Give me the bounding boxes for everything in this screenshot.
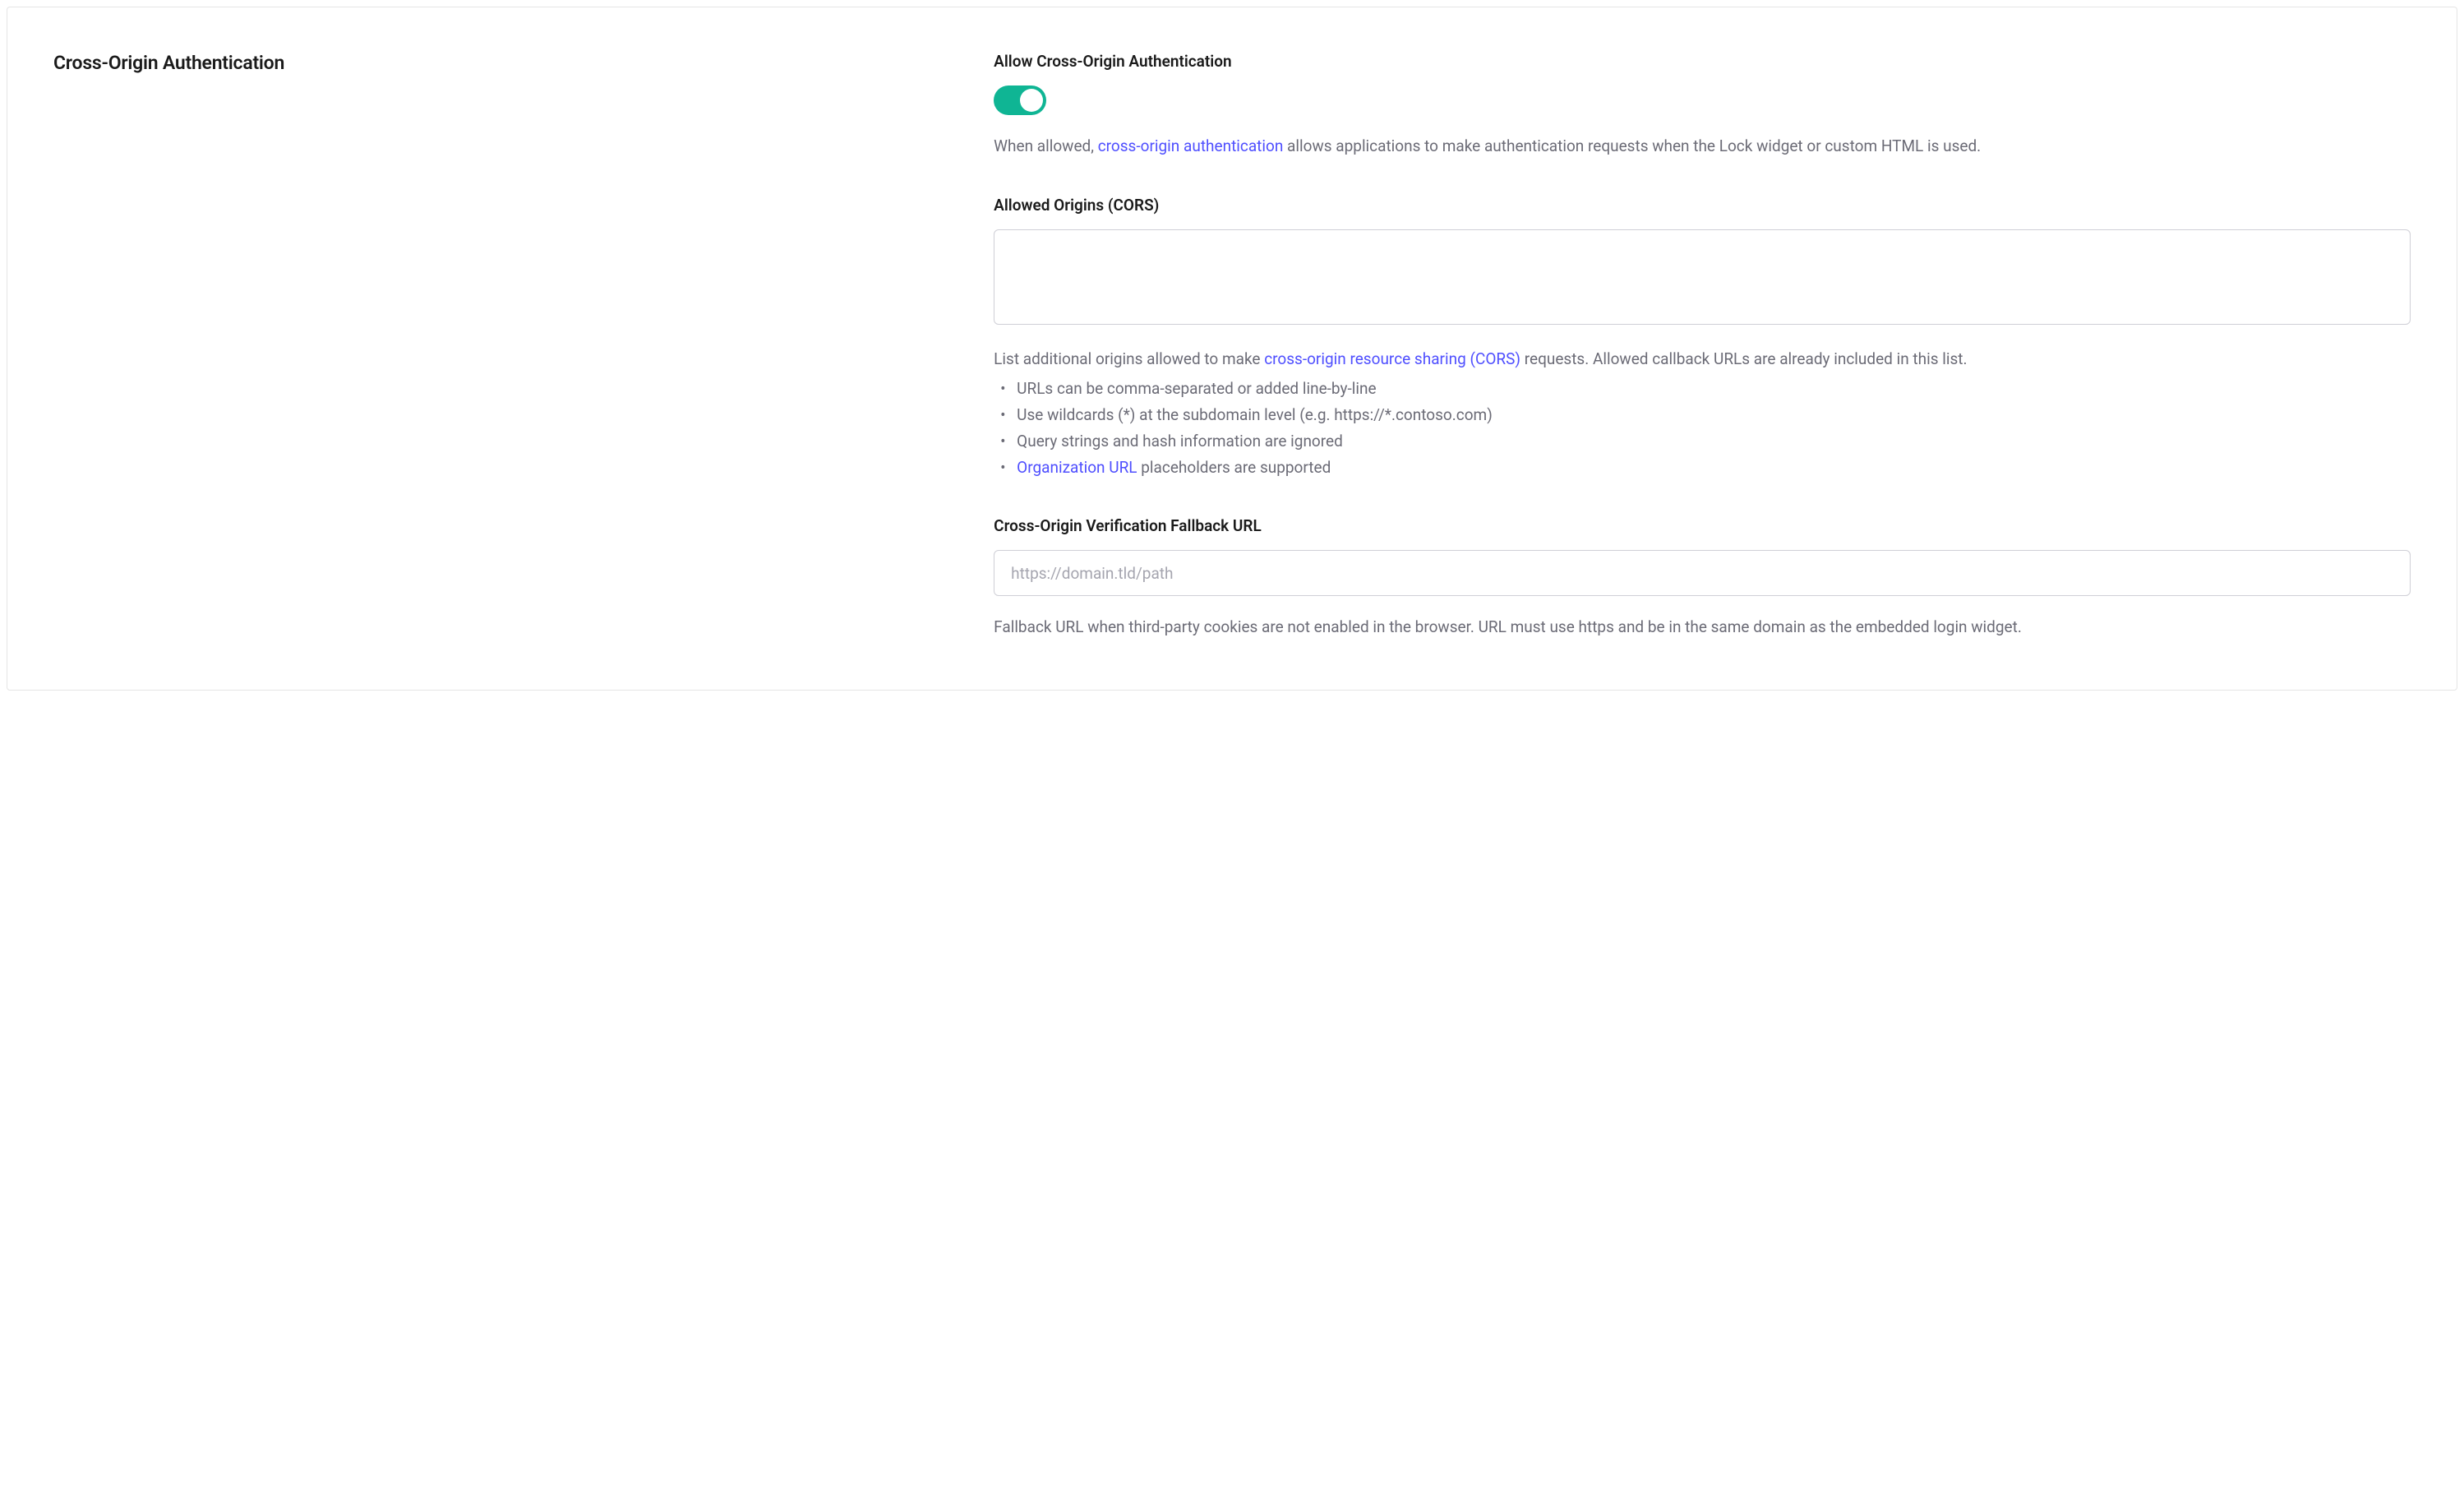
section-title: Cross-Origin Authentication: [53, 52, 961, 74]
allow-cross-origin-group: Allow Cross-Origin Authentication When a…: [994, 52, 2411, 159]
toggle-knob-icon: [1020, 89, 1043, 112]
fallback-url-description: Fallback URL when third-party cookies ar…: [994, 614, 2411, 640]
allow-cross-origin-description: When allowed, cross-origin authenticatio…: [994, 133, 2411, 159]
desc-text: List additional origins allowed to make: [994, 349, 1264, 368]
allowed-origins-group: Allowed Origins (CORS) List additional o…: [994, 196, 2411, 481]
fallback-url-group: Cross-Origin Verification Fallback URL F…: [994, 516, 2411, 640]
hint-text: placeholders are supported: [1137, 458, 1331, 477]
cross-origin-auth-link[interactable]: cross-origin authentication: [1098, 136, 1284, 155]
allowed-origins-description: List additional origins allowed to make …: [994, 346, 2411, 372]
hint-item: Organization URL placeholders are suppor…: [994, 455, 2411, 481]
fallback-url-input[interactable]: [994, 550, 2411, 596]
hint-item: URLs can be comma-separated or added lin…: [994, 376, 2411, 402]
allowed-origins-input[interactable]: [994, 229, 2411, 325]
allow-cross-origin-toggle[interactable]: [994, 85, 1046, 115]
section-title-column: Cross-Origin Authentication: [53, 52, 961, 640]
cors-link[interactable]: cross-origin resource sharing (CORS): [1264, 349, 1520, 368]
cross-origin-auth-panel: Cross-Origin Authentication Allow Cross-…: [7, 7, 2457, 691]
hint-item: Query strings and hash information are i…: [994, 428, 2411, 455]
allowed-origins-hints: URLs can be comma-separated or added lin…: [994, 376, 2411, 481]
organization-url-link[interactable]: Organization URL: [1017, 458, 1137, 477]
allowed-origins-label: Allowed Origins (CORS): [994, 196, 2411, 215]
desc-text: allows applications to make authenticati…: [1283, 136, 1981, 155]
settings-column: Allow Cross-Origin Authentication When a…: [994, 52, 2411, 640]
fallback-url-label: Cross-Origin Verification Fallback URL: [994, 516, 2411, 535]
desc-text: requests. Allowed callback URLs are alre…: [1520, 349, 1968, 368]
allow-cross-origin-label: Allow Cross-Origin Authentication: [994, 52, 2411, 71]
hint-item: Use wildcards (*) at the subdomain level…: [994, 402, 2411, 428]
desc-text: When allowed,: [994, 136, 1098, 155]
